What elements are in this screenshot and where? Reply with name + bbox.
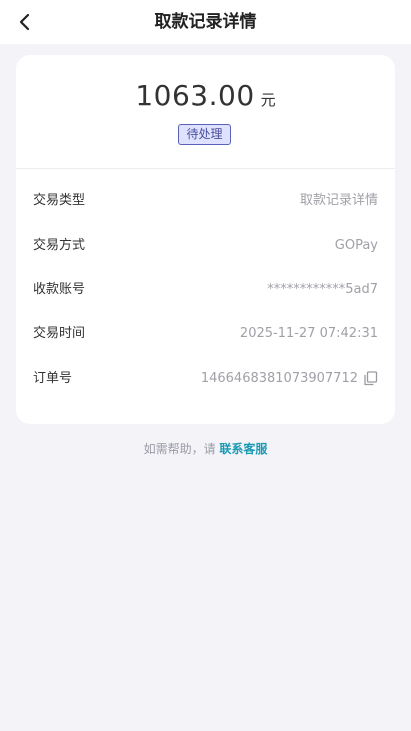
help-prefix: 如需帮助，请 bbox=[143, 442, 216, 456]
detail-row-method: 交易方式 GOPay bbox=[33, 235, 378, 257]
detail-row-order: 订单号 1466468381073907712 bbox=[33, 368, 378, 390]
divider bbox=[16, 168, 395, 169]
detail-label: 交易类型 bbox=[33, 193, 86, 208]
detail-row-time: 交易时间 2025-11-27 07:42:31 bbox=[33, 323, 378, 345]
detail-label: 订单号 bbox=[33, 371, 73, 386]
contact-support-link[interactable]: 联系客服 bbox=[219, 442, 267, 456]
status-badge: 待处理 bbox=[178, 124, 231, 145]
detail-value: ************5ad7 bbox=[267, 282, 378, 297]
amount-unit: 元 bbox=[260, 91, 276, 109]
detail-row-account: 收款账号 ************5ad7 bbox=[33, 279, 378, 301]
detail-value: 1466468381073907712 bbox=[200, 371, 358, 386]
detail-label: 交易方式 bbox=[33, 238, 86, 253]
detail-row-type: 交易类型 取款记录详情 bbox=[33, 190, 378, 212]
amount-block: 1063.00 元 bbox=[16, 79, 395, 112]
detail-label: 收款账号 bbox=[33, 282, 86, 297]
detail-value: 2025-11-27 07:42:31 bbox=[239, 326, 378, 341]
help-text: 如需帮助，请 联系客服 bbox=[0, 440, 411, 457]
page-title: 取款记录详情 bbox=[154, 12, 257, 32]
detail-value: 取款记录详情 bbox=[299, 193, 378, 208]
detail-label: 交易时间 bbox=[33, 326, 86, 341]
copy-icon[interactable] bbox=[363, 371, 378, 386]
top-nav-bar: 取款记录详情 bbox=[0, 0, 411, 44]
detail-card: 1063.00 元 待处理 交易类型 取款记录详情 交易方式 GOPay 收款账号… bbox=[16, 55, 395, 424]
amount-value: 1063.00 bbox=[135, 79, 255, 112]
detail-value: GOPay bbox=[334, 238, 378, 253]
